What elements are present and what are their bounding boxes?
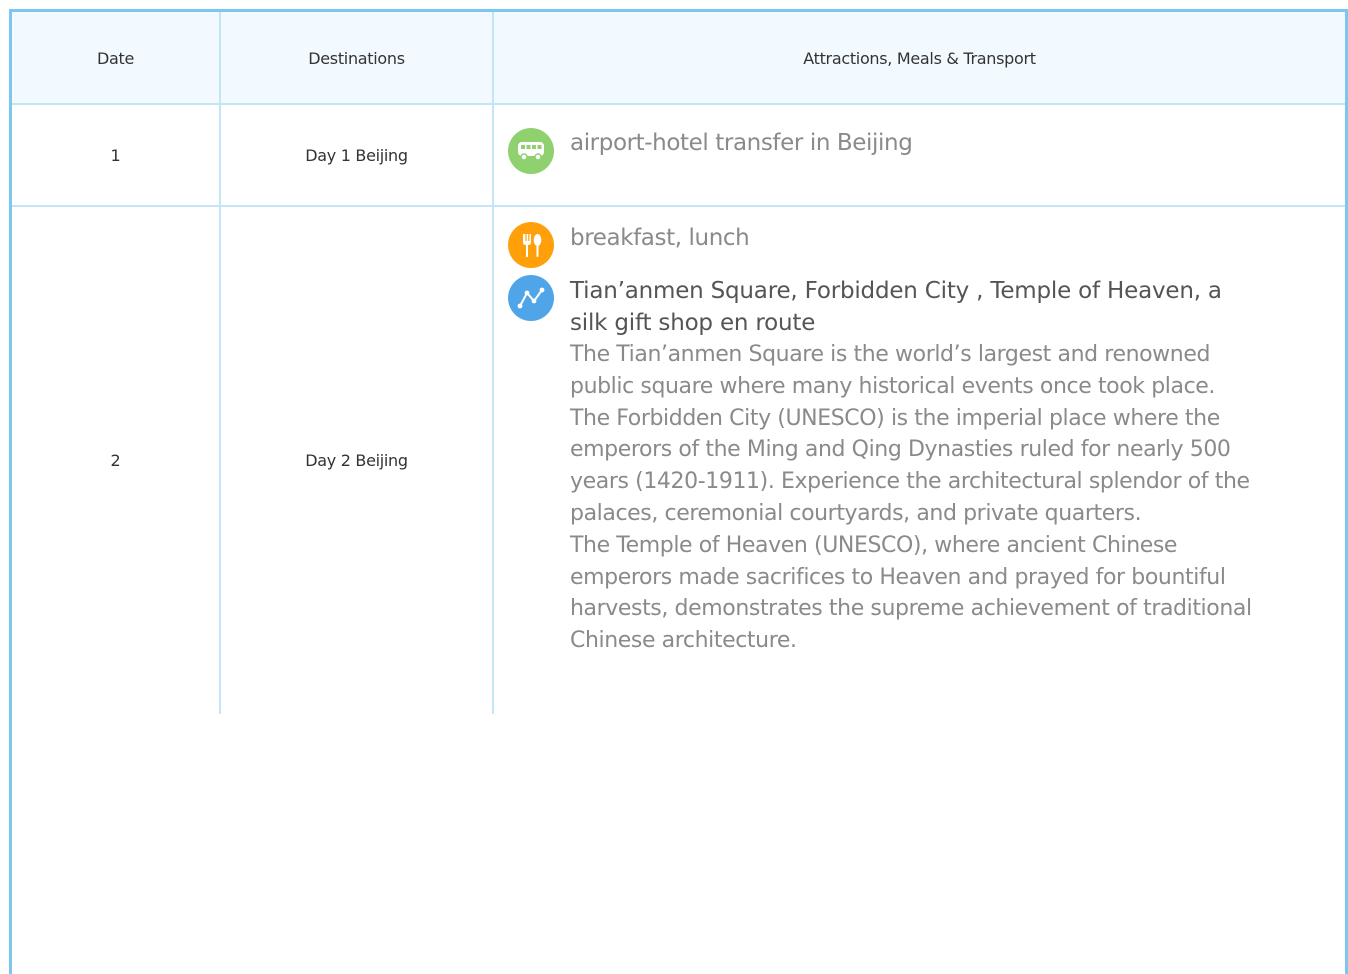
meal-item: breakfast, lunch [508, 222, 750, 268]
transport-item: airport-hotel transfer in Beijing [508, 128, 913, 174]
row-1-destination: Day 1 Beijing [305, 145, 408, 165]
meal-text: breakfast, lunch [570, 225, 750, 251]
fork-spoon-icon [508, 222, 554, 268]
bus-icon [508, 128, 554, 174]
row-2-destination: Day 2 Beijing [305, 451, 408, 470]
row-2-date: 2 [110, 451, 121, 470]
header-attractions: Attractions, Meals & Transport [803, 48, 1036, 68]
header-destinations: Destinations [308, 48, 405, 68]
route-icon [508, 275, 554, 321]
row-1-date: 1 [110, 145, 121, 165]
column-divider [492, 12, 494, 714]
transport-text: airport-hotel transfer in Beijing [570, 130, 913, 156]
attraction-item: Tian’anmen Square, Forbidden City , Temp… [508, 275, 1260, 657]
header-date: Date [96, 48, 135, 68]
attraction-details: Tian’anmen Square, Forbidden City , Temp… [570, 275, 1260, 657]
attraction-description: The Tian’anmen Square is the world’s lar… [570, 342, 1252, 654]
attraction-title: Tian’anmen Square, Forbidden City , Temp… [570, 278, 1222, 336]
